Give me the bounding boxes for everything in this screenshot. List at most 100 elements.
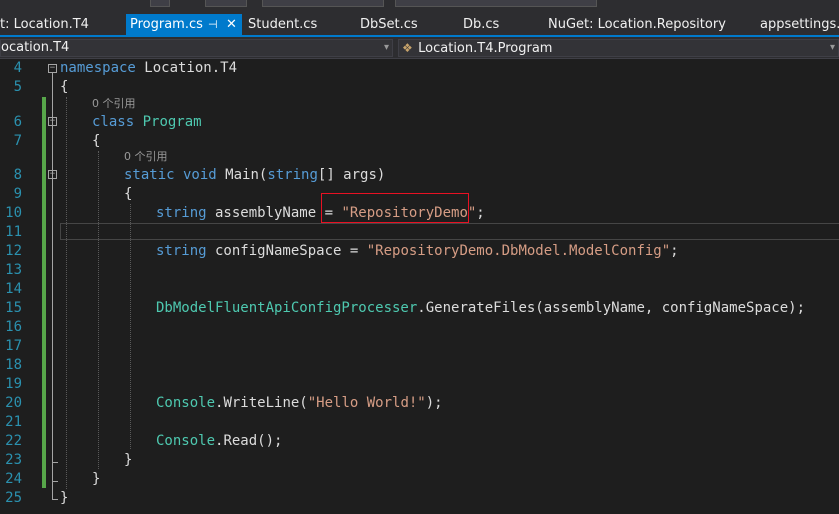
tab-db-cs[interactable]: Db.cs <box>463 14 533 35</box>
string-literal: "RepositoryDemo.DbModel.ModelConfig" <box>366 243 671 259</box>
keyword: string <box>156 243 207 259</box>
tab-nuget-location-repository[interactable]: NuGet: Location.Repository <box>548 14 748 35</box>
project-dropdown-label: ocation.T4 <box>1 40 70 55</box>
tab-label: DbSet.cs <box>360 17 418 32</box>
keyword: static <box>124 167 175 183</box>
codelens-references[interactable]: 0 个引用 <box>124 150 168 164</box>
keyword: namespace <box>60 60 136 76</box>
tab-appsettings[interactable]: appsettings.js <box>760 14 839 35</box>
tab-label: NuGet: Location.Repository <box>548 17 726 32</box>
codelens-references[interactable]: 0 个引用 <box>92 97 136 111</box>
code-line-5: { <box>60 79 69 95</box>
code-line-9: { <box>124 186 133 202</box>
keyword: class <box>92 114 135 130</box>
title-strip <box>0 0 839 14</box>
chevron-down-icon: ▾ <box>383 42 389 53</box>
line-number: 15 <box>5 300 22 316</box>
tab-label: Program.cs <box>130 17 203 32</box>
toolbar-fragment <box>262 0 384 7</box>
code-line-25: } <box>60 490 69 506</box>
collapse-namespace-icon[interactable]: − <box>48 64 57 73</box>
namespace-name: Location.T4 <box>135 60 238 76</box>
code-line-23: } <box>124 452 133 468</box>
current-line-highlight <box>60 223 839 240</box>
indent-guide <box>66 97 67 489</box>
line-number: 24 <box>5 471 22 487</box>
semicolon: ; <box>476 205 485 221</box>
parameters: [] args) <box>317 167 386 183</box>
toolbar-fragment <box>150 0 170 7</box>
line-number: 7 <box>13 133 22 149</box>
tab-label: Student.cs <box>248 17 318 32</box>
line-number: 12 <box>5 243 22 259</box>
class-icon: ❖ <box>402 41 413 55</box>
line-number: 25 <box>5 490 22 506</box>
close-icon[interactable]: ✕ <box>226 14 237 35</box>
change-marker <box>42 97 46 488</box>
code-line-22: Console.Read(); <box>156 432 282 451</box>
tab-location-t4[interactable]: t: Location.T4 <box>0 14 122 35</box>
method-call: .Read(); <box>215 433 283 449</box>
member-dropdown[interactable]: ❖ Location.T4.Program ▾ <box>398 39 839 57</box>
code-line-15: DbModelFluentApiConfigProcesser.Generate… <box>156 299 805 318</box>
line-number: 16 <box>5 319 22 335</box>
semicolon: ; <box>670 243 679 259</box>
tab-student-cs[interactable]: Student.cs <box>248 14 348 35</box>
code-line-6: class Program <box>92 113 202 132</box>
keyword: void <box>174 167 217 183</box>
collapse-method-icon[interactable]: − <box>48 170 57 179</box>
navigation-bar: ocation.T4 ▾ ❖ Location.T4.Program ▾ <box>0 37 839 59</box>
line-number: 14 <box>5 281 22 297</box>
toolbar-fragment <box>205 0 247 7</box>
toolbar-fragment <box>395 0 597 7</box>
tab-label: t: Location.T4 <box>0 17 89 32</box>
code-line-7: { <box>92 133 101 149</box>
line-number: 5 <box>13 79 22 95</box>
class-name: Console <box>156 395 216 411</box>
project-dropdown[interactable]: ocation.T4 ▾ <box>0 39 393 57</box>
line-number: 19 <box>5 376 22 392</box>
class-name: DbModelFluentApiConfigProcesser <box>156 300 418 316</box>
keyword: string <box>267 167 318 183</box>
code-editor[interactable]: 4 5 6 7 8 9 10 11 12 13 14 15 16 17 18 1… <box>0 59 839 514</box>
line-number: 17 <box>5 338 22 354</box>
line-number: 20 <box>5 395 22 411</box>
outline-guide <box>52 481 58 482</box>
line-number: 18 <box>5 357 22 373</box>
collapse-class-icon[interactable]: − <box>48 117 57 126</box>
pin-icon[interactable]: ⊣ <box>208 14 218 35</box>
line-number: 13 <box>5 262 22 278</box>
line-number: 11 <box>5 224 22 240</box>
semicolon: ); <box>425 395 443 411</box>
code-line-12: string configNameSpace = "RepositoryDemo… <box>156 242 679 261</box>
indent-guide <box>130 204 131 449</box>
line-number: 8 <box>13 167 22 183</box>
code-line-20: Console.WriteLine("Hello World!"); <box>156 394 443 413</box>
line-number: 4 <box>13 60 22 76</box>
indent-guide <box>98 151 99 469</box>
outline-guide <box>52 462 58 463</box>
code-line-4: namespace Location.T4 <box>60 59 237 78</box>
method-call: .GenerateFiles(assemblyName, configNameS… <box>417 300 806 316</box>
line-number: 21 <box>5 414 22 430</box>
variable-declaration: configNameSpace = <box>206 243 367 259</box>
string-literal: "Hello World!" <box>307 395 426 411</box>
line-number: 9 <box>13 186 22 202</box>
tab-label: Db.cs <box>463 17 500 32</box>
method-name: Main( <box>216 167 268 183</box>
annotation-highlight-box <box>321 193 469 223</box>
member-dropdown-label: Location.T4.Program <box>418 41 553 56</box>
outline-guide <box>52 73 53 499</box>
class-name: Console <box>156 433 216 449</box>
tab-program-cs[interactable]: Program.cs ⊣ ✕ <box>126 14 242 35</box>
code-line-8: static void Main(string[] args) <box>124 166 385 185</box>
class-name: Program <box>134 114 202 130</box>
method-call: .WriteLine( <box>215 395 308 411</box>
outline-guide <box>52 499 58 500</box>
line-number: 10 <box>5 205 22 221</box>
line-number: 22 <box>5 433 22 449</box>
chevron-down-icon: ▾ <box>829 42 835 53</box>
document-tab-bar: t: Location.T4 Program.cs ⊣ ✕ Student.cs… <box>0 14 839 35</box>
line-number: 23 <box>5 452 22 468</box>
tab-dbset-cs[interactable]: DbSet.cs <box>360 14 450 35</box>
